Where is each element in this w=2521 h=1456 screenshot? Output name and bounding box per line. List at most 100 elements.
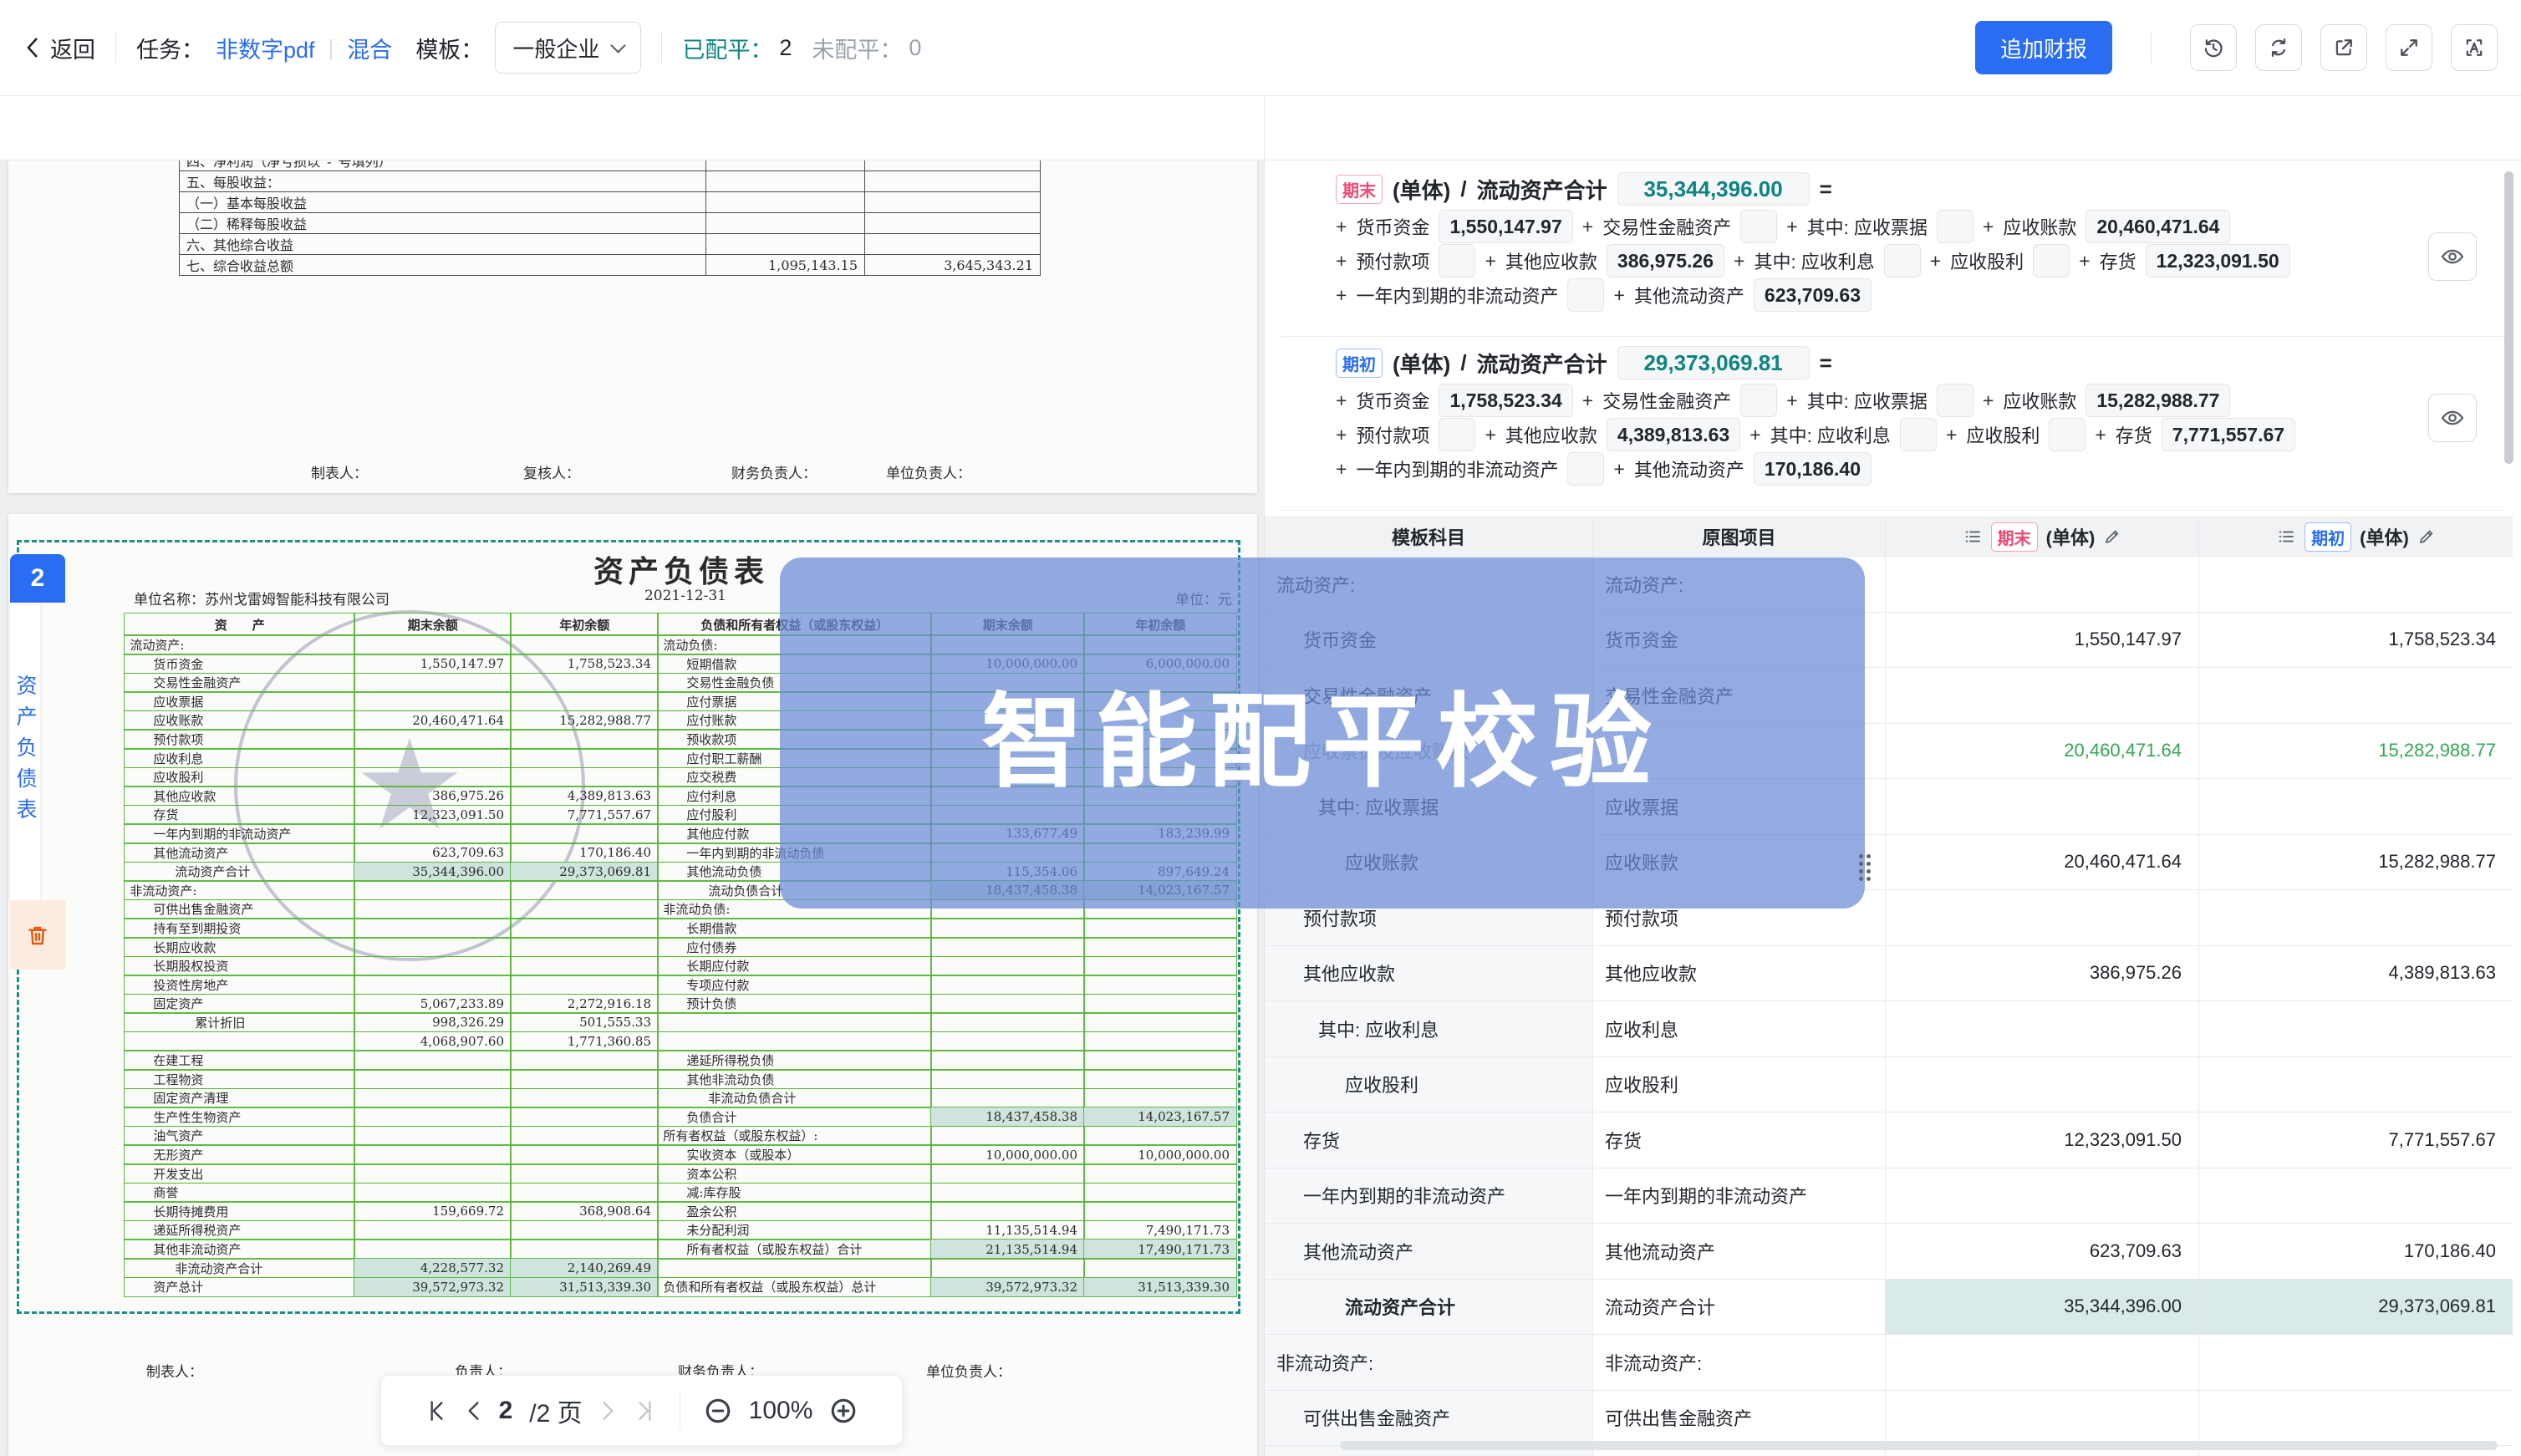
period-begin-value-cell[interactable] [2199, 1001, 2513, 1056]
list-icon[interactable] [2276, 527, 2296, 547]
term-value[interactable]: 20,460,471.64 [2086, 210, 2230, 243]
term-value[interactable] [1439, 244, 1475, 277]
period-end-value-cell[interactable]: 623,709.63 [1886, 1224, 2199, 1279]
period-begin-value-cell[interactable]: 15,282,988.77 [2199, 835, 2513, 890]
period-end-value-cell[interactable] [1886, 1057, 2199, 1112]
original-item-cell[interactable]: 其他流动资产 [1593, 1224, 1886, 1279]
term-value[interactable] [1439, 418, 1475, 451]
period-end-value-cell[interactable] [1886, 1335, 2199, 1390]
formula-total-value[interactable]: 35,344,396.00 [1617, 172, 1810, 206]
period-end-value-cell[interactable] [1886, 1168, 2199, 1224]
original-item-cell[interactable]: 应收股利 [1593, 1057, 1886, 1112]
export-button[interactable] [2320, 24, 2367, 71]
template-subject-cell[interactable]: 非流动资产: [1265, 1335, 1593, 1390]
term-value[interactable] [1900, 418, 1937, 451]
period-begin-value-cell[interactable] [2199, 668, 2513, 723]
period-begin-value-cell[interactable]: 1,758,523.34 [2199, 613, 2513, 668]
period-begin-value-cell[interactable] [2199, 1391, 2513, 1446]
period-begin-value-cell[interactable] [2199, 890, 2513, 945]
term-value[interactable] [1884, 244, 1921, 277]
history-button[interactable] [2190, 24, 2237, 71]
horizontal-scrollbar[interactable] [1340, 1441, 2498, 1450]
vertical-scrollbar[interactable] [2504, 171, 2513, 464]
delete-sheet-button[interactable] [10, 900, 65, 970]
term-value[interactable]: 623,709.63 [1754, 278, 1872, 312]
original-item-cell[interactable]: 非流动资产: [1593, 1335, 1886, 1390]
first-page-button[interactable] [425, 1398, 447, 1423]
period-end-value-cell[interactable] [1886, 1001, 2199, 1056]
template-subject-cell[interactable]: 流动资产合计 [1265, 1280, 1593, 1335]
prev-page-button[interactable] [464, 1398, 482, 1423]
zoom-in-button[interactable] [829, 1397, 858, 1425]
template-subject-cell[interactable]: 其他应收款 [1265, 946, 1593, 1001]
period-end-value-cell[interactable] [1886, 890, 2199, 945]
term-value[interactable]: 15,282,988.77 [2086, 384, 2230, 417]
period-begin-value-cell[interactable] [2199, 779, 2513, 834]
period-begin-value-cell[interactable]: 29,373,069.81 [2199, 1280, 2513, 1335]
period-end-value-cell[interactable]: 35,344,396.00 [1886, 1280, 2199, 1335]
period-begin-value-cell[interactable]: 170,186.40 [2199, 1224, 2513, 1279]
template-subject-cell[interactable]: 存货 [1265, 1112, 1593, 1168]
term-value[interactable]: 1,758,523.34 [1439, 384, 1572, 417]
term-value[interactable]: 7,771,557.67 [2162, 418, 2295, 451]
term-value[interactable] [1567, 452, 1604, 486]
sheet-tab[interactable]: 2 资产负债表 [10, 554, 65, 970]
term-value[interactable]: 170,186.40 [1754, 452, 1872, 486]
preview-locate-button-begin[interactable] [2428, 394, 2477, 442]
refresh-button[interactable] [2255, 24, 2302, 71]
template-subject-cell[interactable]: 其中: 应收利息 [1265, 1001, 1593, 1056]
period-begin-value-cell[interactable] [2199, 1057, 2513, 1112]
period-begin-value-cell[interactable]: 15,282,988.77 [2199, 724, 2513, 779]
task-label: 任务： [136, 32, 204, 64]
formula-total-value[interactable]: 29,373,069.81 [1617, 346, 1810, 379]
period-end-value-cell[interactable] [1886, 557, 2199, 612]
template-subject-cell[interactable]: 其他流动资产 [1265, 1224, 1593, 1279]
period-begin-value-cell[interactable]: 4,389,813.63 [2199, 946, 2513, 1001]
period-end-value-cell[interactable]: 12,323,091.50 [1886, 1112, 2199, 1168]
preview-locate-button-end[interactable] [2428, 232, 2477, 281]
period-begin-value-cell[interactable] [2199, 1335, 2513, 1390]
period-begin-value-cell[interactable] [2199, 1168, 2513, 1224]
period-begin-value-cell[interactable]: 7,771,557.67 [2199, 1112, 2513, 1168]
edit-icon[interactable] [2417, 527, 2436, 546]
original-item-cell[interactable]: 一年内到期的非流动资产 [1593, 1168, 1886, 1224]
template-subject-cell[interactable]: 可供出售金融资产 [1265, 1391, 1593, 1446]
original-item-cell[interactable]: 其他应收款 [1593, 946, 1886, 1001]
add-report-button[interactable]: 追加财报 [1975, 21, 2112, 74]
term-value[interactable]: 12,323,091.50 [2146, 244, 2290, 277]
period-end-value-cell[interactable]: 386,975.26 [1886, 946, 2199, 1001]
template-subject-cell[interactable]: 应收股利 [1265, 1057, 1593, 1112]
term-value[interactable] [1740, 384, 1777, 417]
edit-icon[interactable] [2103, 527, 2121, 546]
template-subject-cell[interactable]: 一年内到期的非流动资产 [1265, 1168, 1593, 1224]
last-page-button[interactable] [634, 1398, 656, 1423]
original-item-cell[interactable]: 流动资产合计 [1593, 1280, 1886, 1335]
term-value[interactable] [1567, 278, 1604, 312]
fullscreen-button[interactable] [2386, 24, 2432, 71]
term-value[interactable] [2033, 244, 2070, 277]
period-end-value-cell[interactable] [1886, 779, 2199, 834]
period-end-value-cell[interactable]: 1,550,147.97 [1886, 613, 2199, 668]
zoom-out-button[interactable] [704, 1397, 732, 1425]
term-value[interactable] [1740, 210, 1777, 243]
term-value[interactable] [1937, 210, 1974, 243]
original-item-cell[interactable]: 可供出售金融资产 [1593, 1391, 1886, 1446]
back-button[interactable]: 返回 [23, 32, 95, 64]
template-select[interactable]: 一般企业 [495, 22, 641, 74]
term-value[interactable]: 4,389,813.63 [1607, 418, 1740, 451]
ocr-scan-button[interactable] [2451, 24, 2498, 71]
term-value[interactable] [2049, 418, 2086, 451]
term-value[interactable] [1937, 384, 1974, 417]
period-begin-value-cell[interactable] [2199, 557, 2513, 612]
drag-handle-icon[interactable] [1859, 854, 1871, 881]
period-end-value-cell[interactable] [1886, 1391, 2199, 1446]
period-end-value-cell[interactable]: 20,460,471.64 [1886, 835, 2199, 890]
next-page-button[interactable] [599, 1398, 618, 1423]
period-end-value-cell[interactable]: 20,460,471.64 [1886, 724, 2199, 779]
term-value[interactable]: 386,975.26 [1607, 244, 1724, 277]
original-item-cell[interactable]: 存货 [1593, 1112, 1886, 1168]
term-value[interactable]: 1,550,147.97 [1439, 210, 1572, 243]
list-icon[interactable] [1963, 527, 1983, 547]
original-item-cell[interactable]: 应收利息 [1593, 1001, 1886, 1056]
period-end-value-cell[interactable] [1886, 668, 2199, 723]
